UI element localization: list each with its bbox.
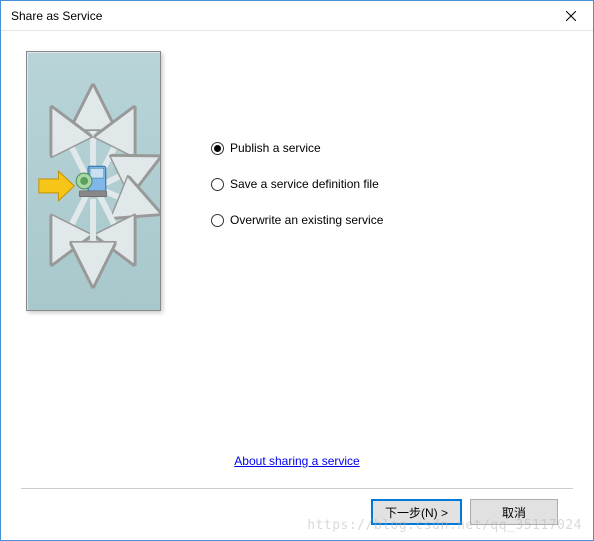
next-button[interactable]: 下一步(N) > <box>371 499 462 525</box>
close-button[interactable] <box>548 1 593 31</box>
share-as-service-dialog: Share as Service <box>0 0 594 541</box>
options-group: Publish a service Save a service definit… <box>211 46 383 444</box>
service-illustration <box>26 51 161 311</box>
button-bar: 下一步(N) > 取消 <box>21 499 573 540</box>
cancel-button[interactable]: 取消 <box>470 499 558 525</box>
radio-label: Save a service definition file <box>230 177 379 191</box>
radio-overwrite-service[interactable]: Overwrite an existing service <box>211 213 383 227</box>
radio-label: Overwrite an existing service <box>230 213 383 227</box>
titlebar: Share as Service <box>1 1 593 31</box>
radio-icon <box>211 178 224 191</box>
server-broadcast-icon <box>27 51 160 311</box>
help-link-area: About sharing a service <box>21 444 573 488</box>
dialog-content: Publish a service Save a service definit… <box>1 31 593 540</box>
about-sharing-link[interactable]: About sharing a service <box>234 454 359 468</box>
radio-save-definition[interactable]: Save a service definition file <box>211 177 383 191</box>
close-icon <box>566 11 576 21</box>
radio-label: Publish a service <box>230 141 321 155</box>
radio-publish-service[interactable]: Publish a service <box>211 141 383 155</box>
main-area: Publish a service Save a service definit… <box>21 46 573 444</box>
separator <box>21 488 573 489</box>
dialog-title: Share as Service <box>11 9 102 23</box>
radio-icon <box>211 142 224 155</box>
radio-icon <box>211 214 224 227</box>
